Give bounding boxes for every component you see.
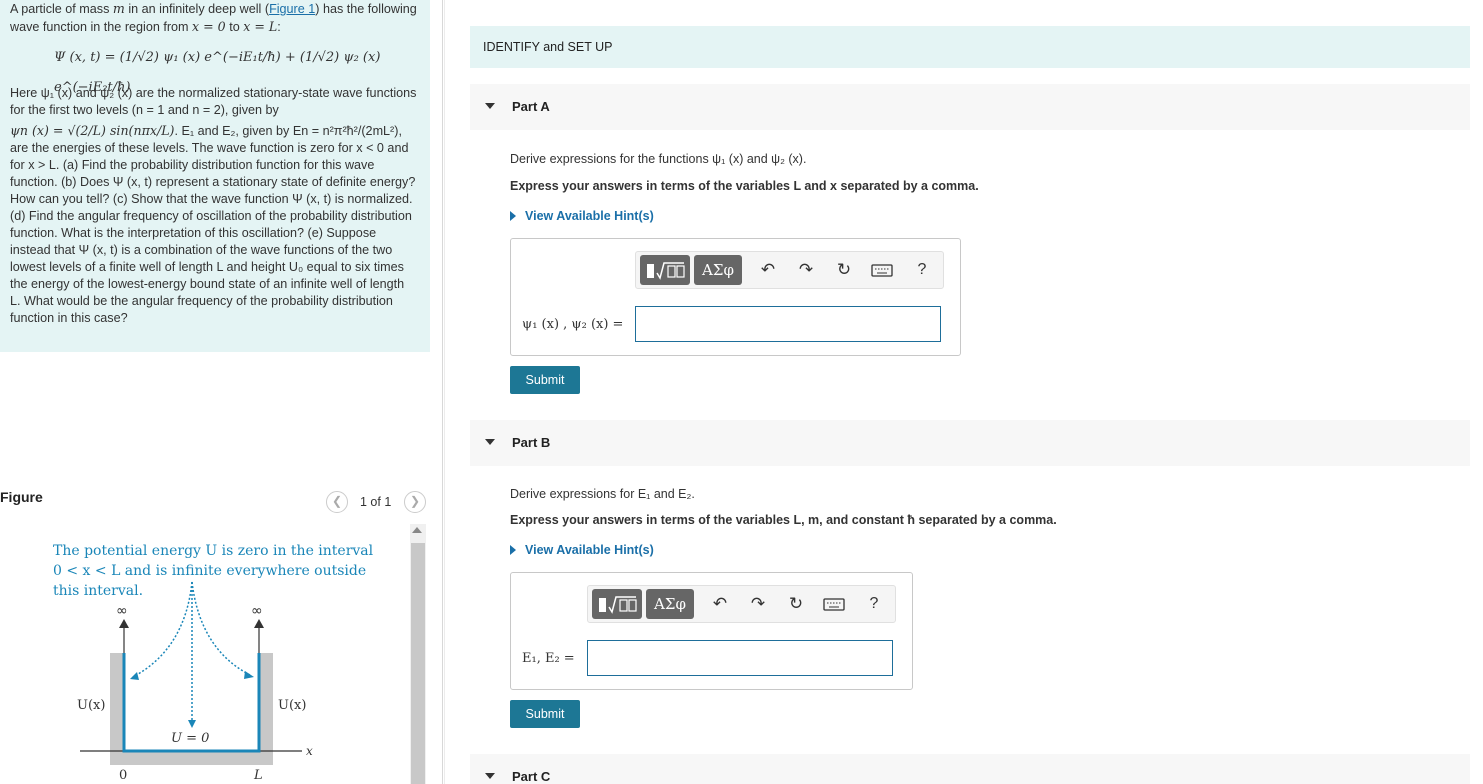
tick-L-label: L — [253, 768, 263, 783]
problem-intro: A particle of mass m in an infinitely de… — [10, 1, 417, 34]
part-b-submit-button[interactable]: Submit — [510, 700, 580, 728]
prev-figure-button[interactable]: ❮ — [326, 491, 348, 513]
figure-link[interactable]: Figure 1 — [269, 2, 315, 16]
chevron-left-icon: ❮ — [331, 494, 343, 508]
figure-title: Figure — [0, 489, 43, 505]
part-b-hint-link[interactable]: View Available Hint(s) — [510, 543, 654, 557]
part-a-answer-label: ψ₁ (x) , ψ₂ (x) = — [522, 317, 624, 332]
caret-right-icon — [510, 211, 516, 221]
column-divider-shadow — [444, 0, 445, 784]
part-a-math-toolbar: ΑΣφ ↶ ↷ ↻ ? — [635, 251, 944, 289]
pointer-right — [191, 581, 251, 676]
u-zero-label: U = 0 — [171, 731, 209, 746]
help-icon[interactable]: ? — [864, 589, 884, 619]
part-a-answer-input[interactable] — [635, 306, 941, 342]
u-left-label: U(x) — [77, 698, 105, 713]
redo-icon[interactable]: ↷ — [746, 589, 770, 619]
part-b-header[interactable]: Part B — [470, 420, 1470, 466]
figure-scrollbar-thumb[interactable] — [411, 543, 425, 784]
templates-icon — [599, 596, 637, 614]
caret-right-icon — [510, 545, 516, 555]
next-figure-button[interactable]: ❯ — [404, 491, 426, 513]
caret-down-icon — [485, 103, 495, 109]
redo-icon[interactable]: ↷ — [794, 255, 818, 285]
psi-n-formula: ψn (x) = √(2/L) sin(nπx/L) — [10, 123, 175, 138]
left-wall-shade — [110, 653, 124, 765]
potential-well-figure: The potential energy U is zero in the in… — [53, 543, 374, 783]
problem-para1: Here ψ₁ (x) and ψ₂ (x) are the normalize… — [10, 86, 417, 117]
part-b-math-toolbar: ΑΣφ ↶ ↷ ↻ ? — [587, 585, 896, 623]
reset-icon[interactable]: ↻ — [832, 255, 856, 285]
part-c-label: Part C — [512, 769, 551, 784]
part-c-header[interactable]: Part C — [470, 754, 1470, 784]
undo-icon[interactable]: ↶ — [708, 589, 732, 619]
caret-down-icon — [485, 773, 495, 779]
undo-icon[interactable]: ↶ — [756, 255, 780, 285]
column-divider — [442, 0, 443, 784]
u-right-label: U(x) — [278, 698, 306, 713]
chevron-right-icon: ❯ — [409, 494, 421, 508]
part-b-answer-label: E₁, E₂ = — [522, 651, 575, 666]
problem-para2: ψn (x) = √(2/L) sin(nπx/L). E₁ and E₂, g… — [10, 123, 416, 325]
floor-shade — [110, 751, 273, 765]
greek-symbols-button[interactable]: ΑΣφ — [646, 589, 694, 619]
reset-icon[interactable]: ↻ — [784, 589, 808, 619]
part-a-express: Express your answers in terms of the var… — [510, 179, 979, 193]
part-a-answer-box: ΑΣφ ↶ ↷ ↻ ? ψ₁ (x) , ψ₂ (x) = — [510, 238, 961, 356]
keyboard-icon[interactable] — [870, 255, 894, 285]
caret-down-icon — [485, 439, 495, 445]
part-a-submit-button[interactable]: Submit — [510, 366, 580, 394]
right-arrowhead — [254, 619, 264, 628]
wave-function-equation: Ψ (x, t) = (1/√2) ψ₁ (x) e^(−iE₁t/ħ) + (… — [54, 50, 381, 95]
figure-caption-line2: 0 < x < L and is infinite everywhere out… — [53, 563, 366, 579]
right-infinity-symbol: ∞ — [251, 603, 263, 619]
part-b-answer-input[interactable] — [587, 640, 893, 676]
part-a-label: Part A — [512, 99, 550, 114]
part-a-derive: Derive expressions for the functions ψ₁ … — [510, 152, 807, 166]
figure-caption-line3: this interval. — [53, 583, 143, 599]
part-a-header[interactable]: Part A — [470, 84, 1470, 130]
left-infinity-symbol: ∞ — [116, 603, 128, 619]
keyboard-icon[interactable] — [822, 589, 846, 619]
left-arrowhead — [119, 619, 129, 628]
tick-0-label: 0 — [119, 768, 127, 783]
templates-button[interactable] — [640, 255, 690, 285]
help-icon[interactable]: ? — [912, 255, 932, 285]
part-a-hint-link[interactable]: View Available Hint(s) — [510, 209, 654, 223]
part-b-label: Part B — [512, 435, 551, 450]
part-b-answer-box: ΑΣφ ↶ ↷ ↻ ? E₁, E₂ = — [510, 572, 913, 690]
part-b-derive: Derive expressions for E₁ and E₂. — [510, 487, 695, 501]
x-axis-label: x — [306, 744, 313, 758]
problem-statement: A particle of mass m in an infinitely de… — [0, 0, 430, 352]
greek-symbols-button[interactable]: ΑΣφ — [694, 255, 742, 285]
templates-icon — [647, 262, 685, 280]
templates-button[interactable] — [592, 589, 642, 619]
scroll-up-arrow-icon[interactable] — [412, 527, 422, 533]
part-b-express: Express your answers in terms of the var… — [510, 513, 1057, 527]
figure-caption-line1: The potential energy U is zero in the in… — [53, 543, 374, 559]
figure-pager: 1 of 1 — [360, 495, 392, 509]
right-wall-shade — [259, 653, 273, 765]
identify-setup-header: IDENTIFY and SET UP — [470, 26, 1470, 68]
